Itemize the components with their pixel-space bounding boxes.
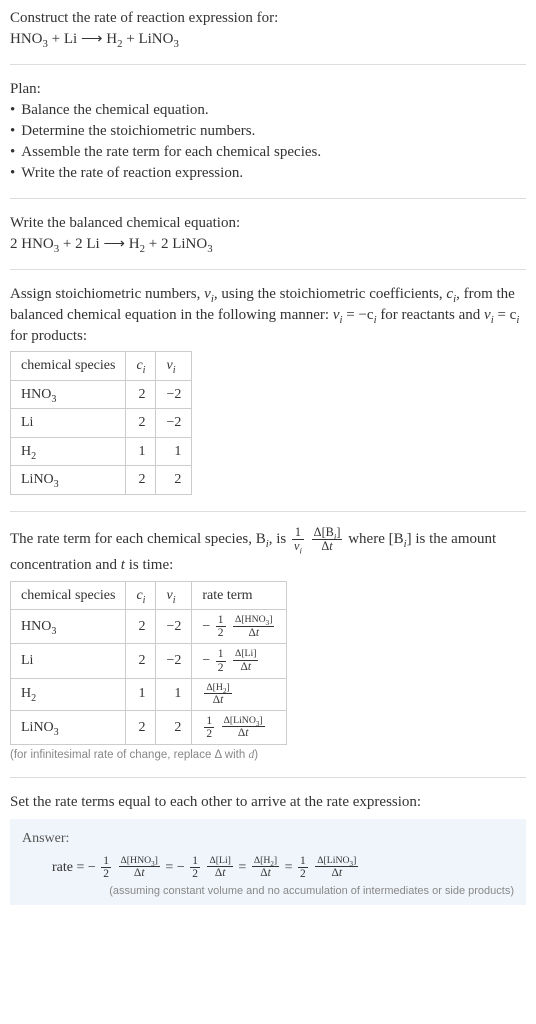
answer-assumption-note: (assuming constant volume and no accumul…	[22, 884, 514, 899]
col-c: ci	[126, 581, 156, 610]
infinitesimal-note: (for infinitesimal rate of change, repla…	[10, 747, 526, 763]
rate-term-text: The rate term for each chemical species,…	[10, 526, 526, 577]
col-nu: νi	[156, 581, 192, 610]
answer-header: Answer:	[22, 829, 514, 849]
table-row: HNO3 2 −2 − 12 Δ[HNO3]Δt	[11, 610, 287, 644]
plan-header: Plan:	[10, 79, 526, 100]
answer-box: Answer: rate = − 12 Δ[HNO3]Δt = − 12 Δ[L…	[10, 819, 526, 905]
col-species: chemical species	[11, 352, 126, 381]
table-header-row: chemical species ci νi	[11, 352, 192, 381]
col-c: ci	[126, 352, 156, 381]
col-rate: rate term	[192, 581, 287, 610]
plan-item: •Determine the stoichiometric numbers.	[10, 121, 526, 142]
balanced-header: Write the balanced chemical equation:	[10, 213, 526, 234]
plan-item: •Write the rate of reaction expression.	[10, 163, 526, 184]
prompt-line: Construct the rate of reaction expressio…	[10, 8, 526, 29]
table-row: LiNO3 2 2 12 Δ[LiNO3]Δt	[11, 710, 287, 744]
divider	[10, 511, 526, 512]
table-header-row: chemical species ci νi rate term	[11, 581, 287, 610]
plan-item: •Balance the chemical equation.	[10, 100, 526, 121]
stoich-table: chemical species ci νi HNO3 2 −2 Li 2 −2…	[10, 351, 192, 495]
col-nu: νi	[156, 352, 192, 381]
divider	[10, 269, 526, 270]
balanced-equation: 2 HNO3 + 2 Li ⟶ H2 + 2 LiNO3	[10, 234, 526, 255]
table-row: LiNO3 2 2	[11, 466, 192, 495]
col-species: chemical species	[11, 581, 126, 610]
table-row: H2 1 1 Δ[H2]Δt	[11, 678, 287, 710]
assign-text: Assign stoichiometric numbers, νi, using…	[10, 284, 526, 347]
divider	[10, 198, 526, 199]
table-row: H2 1 1	[11, 437, 192, 466]
rate-expression: rate = − 12 Δ[HNO3]Δt = − 12 Δ[Li]Δt = Δ…	[22, 855, 514, 880]
table-row: Li 2 −2	[11, 409, 192, 438]
table-row: Li 2 −2 − 12 Δ[Li]Δt	[11, 644, 287, 678]
divider	[10, 777, 526, 778]
divider	[10, 64, 526, 65]
final-instruction: Set the rate terms equal to each other t…	[10, 792, 526, 813]
table-row: HNO3 2 −2	[11, 380, 192, 409]
rate-term-table: chemical species ci νi rate term HNO3 2 …	[10, 581, 287, 745]
plan-item: •Assemble the rate term for each chemica…	[10, 142, 526, 163]
unbalanced-equation: HNO3 + Li ⟶ H2 + LiNO3	[10, 29, 526, 50]
